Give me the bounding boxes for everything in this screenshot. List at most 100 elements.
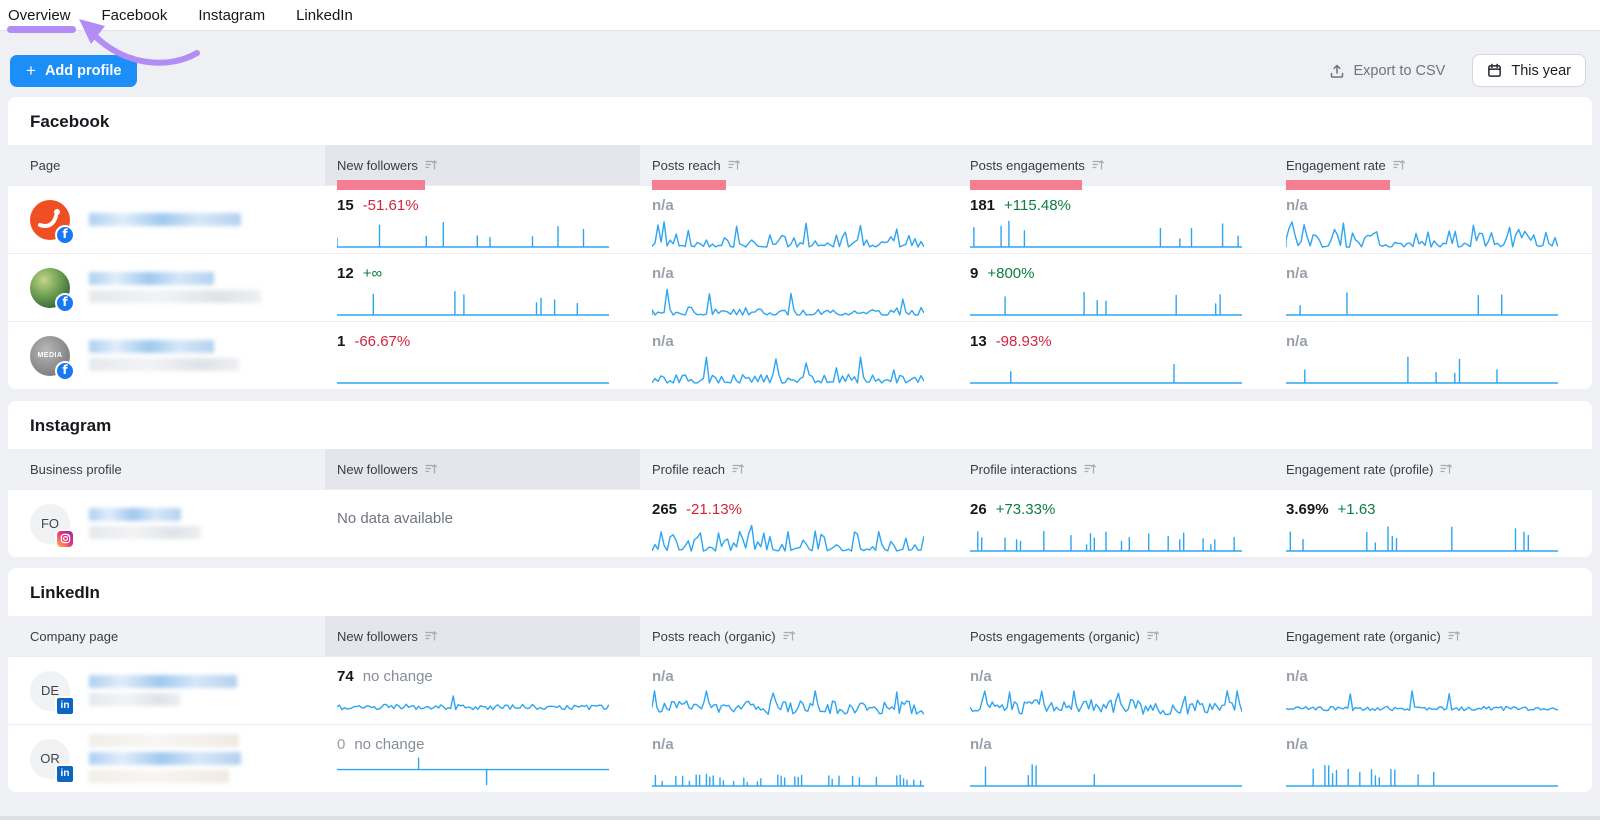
blurred-name-line (89, 734, 239, 747)
sparkline-chart (652, 286, 924, 316)
tab-overview[interactable]: Overview (8, 7, 71, 24)
profile-cell[interactable]: ORin (8, 725, 325, 792)
metric-change: -98.93% (996, 333, 1052, 350)
sort-icon (1147, 630, 1160, 642)
column-header-profile-interactions[interactable]: Profile interactions (958, 449, 1274, 489)
profile-cell[interactable]: FO (8, 490, 325, 557)
metric-change: no change (354, 736, 424, 753)
metric-cell: n/a (958, 657, 1274, 724)
blurred-name-line (89, 675, 237, 688)
column-header-posts-engagements[interactable]: Posts engagements (958, 145, 1274, 185)
profile-avatar: DEin (30, 671, 70, 711)
sort-icon (425, 630, 438, 642)
metric-value: n/a (1286, 197, 1308, 214)
blurred-name-line (89, 770, 229, 783)
column-header-new-followers[interactable]: New followers (325, 616, 640, 656)
sort-icon (1448, 630, 1461, 642)
table-header-row: Company pageNew followersPosts reach (or… (8, 616, 1592, 656)
section-instagram: InstagramBusiness profileNew followersPr… (8, 401, 1592, 557)
sparkline-chart (970, 354, 1242, 384)
metric-cell: 265-21.13% (640, 490, 958, 557)
blurred-name-line (89, 693, 181, 706)
export-csv-button[interactable]: Export to CSV (1329, 63, 1445, 79)
profile-avatar: f (30, 268, 70, 308)
metric-value: 3.69% (1286, 501, 1329, 518)
section-title: Facebook (8, 97, 1592, 145)
blurred-profile-name (89, 734, 241, 783)
metric-change: +1.63 (1338, 501, 1376, 518)
metric-value: 12 (337, 265, 354, 282)
blurred-name-line (89, 340, 214, 353)
metric-cell: n/a (640, 322, 958, 389)
profile-row: MEDIAf1-66.67%n/a13-98.93%n/a (8, 321, 1592, 389)
sparkline-chart (1286, 286, 1558, 316)
column-header-posts-reach-organic[interactable]: Posts reach (organic) (640, 616, 958, 656)
tab-instagram[interactable]: Instagram (198, 7, 265, 24)
metric-cell: n/a (1274, 725, 1592, 792)
profile-row: f15-51.61%n/a181+115.48%n/a (8, 185, 1592, 253)
tab-facebook[interactable]: Facebook (102, 7, 168, 24)
blurred-profile-name (89, 675, 237, 706)
sort-icon (783, 630, 796, 642)
profile-avatar: f (30, 200, 70, 240)
column-header-posts-engagements-organic[interactable]: Posts engagements (organic) (958, 616, 1274, 656)
sparkline-chart (970, 286, 1242, 316)
metric-cell: 9+800% (958, 254, 1274, 321)
column-header-new-followers[interactable]: New followers (325, 449, 640, 489)
metric-cell: n/a (640, 657, 958, 724)
no-data-label: No data available (337, 510, 610, 527)
profile-row: DEin74no changen/an/an/a (8, 656, 1592, 724)
table-header-row: Business profileNew followersProfile rea… (8, 449, 1592, 489)
section-title: LinkedIn (8, 568, 1592, 616)
sort-icon (425, 463, 438, 475)
blurred-name-line (89, 358, 239, 371)
section-facebook: FacebookPageNew followersPosts reachPost… (8, 97, 1592, 389)
metric-change: no change (363, 668, 433, 685)
metric-value: 9 (970, 265, 978, 282)
facebook-badge-icon: f (55, 361, 75, 381)
sparkline-chart (1286, 354, 1558, 384)
app-root: { "tabs": { "items": [ { "label": "Overv… (0, 0, 1600, 820)
profile-cell[interactable]: MEDIAf (8, 322, 325, 389)
column-header-new-followers[interactable]: New followers (325, 145, 640, 185)
date-range-label: This year (1511, 63, 1571, 79)
profile-avatar: FO (30, 504, 70, 544)
plus-icon: + (26, 62, 36, 79)
metric-value: n/a (970, 668, 992, 685)
column-header-engagement-rate-profile[interactable]: Engagement rate (profile) (1274, 449, 1592, 489)
annotation-highlight-bar (652, 180, 726, 190)
profile-cell[interactable]: f (8, 186, 325, 253)
window-bottom-edge (0, 816, 1600, 820)
metric-cell: 3.69% +1.63 (1274, 490, 1592, 557)
toolbar-right: Export to CSV This year (1329, 54, 1586, 87)
profile-cell[interactable]: DEin (8, 657, 325, 724)
metric-cell: n/a (1274, 322, 1592, 389)
blurred-profile-name (89, 272, 261, 303)
blurred-name-line (89, 290, 261, 303)
metric-value: 26 (970, 501, 987, 518)
sparkline-chart (970, 522, 1242, 552)
column-header-engagement-rate[interactable]: Engagement rate (1274, 145, 1592, 185)
profile-cell[interactable]: f (8, 254, 325, 321)
metric-value: 13 (970, 333, 987, 350)
metric-value: 74 (337, 668, 354, 685)
metric-cell: n/a (1274, 186, 1592, 253)
blurred-profile-name (89, 508, 201, 539)
sparkline-chart (970, 689, 1242, 719)
date-range-button[interactable]: This year (1472, 54, 1586, 87)
add-profile-button[interactable]: + Add profile (10, 55, 137, 87)
annotation-highlight-bar (1286, 180, 1390, 190)
sparkline-chart (652, 354, 924, 384)
tab-linkedin[interactable]: LinkedIn (296, 7, 353, 24)
section-title: Instagram (8, 401, 1592, 449)
metric-change: -66.67% (354, 333, 410, 350)
column-header-posts-reach[interactable]: Posts reach (640, 145, 958, 185)
column-header-engagement-rate-organic[interactable]: Engagement rate (organic) (1274, 616, 1592, 656)
sections-container: FacebookPageNew followersPosts reachPost… (0, 97, 1600, 792)
metric-cell: 74 no change (325, 657, 640, 724)
column-header-profile-reach[interactable]: Profile reach (640, 449, 958, 489)
instagram-badge-icon (55, 529, 75, 549)
blurred-name-line (89, 508, 181, 521)
metric-value: n/a (1286, 333, 1308, 350)
sparkline-chart (970, 218, 1242, 248)
